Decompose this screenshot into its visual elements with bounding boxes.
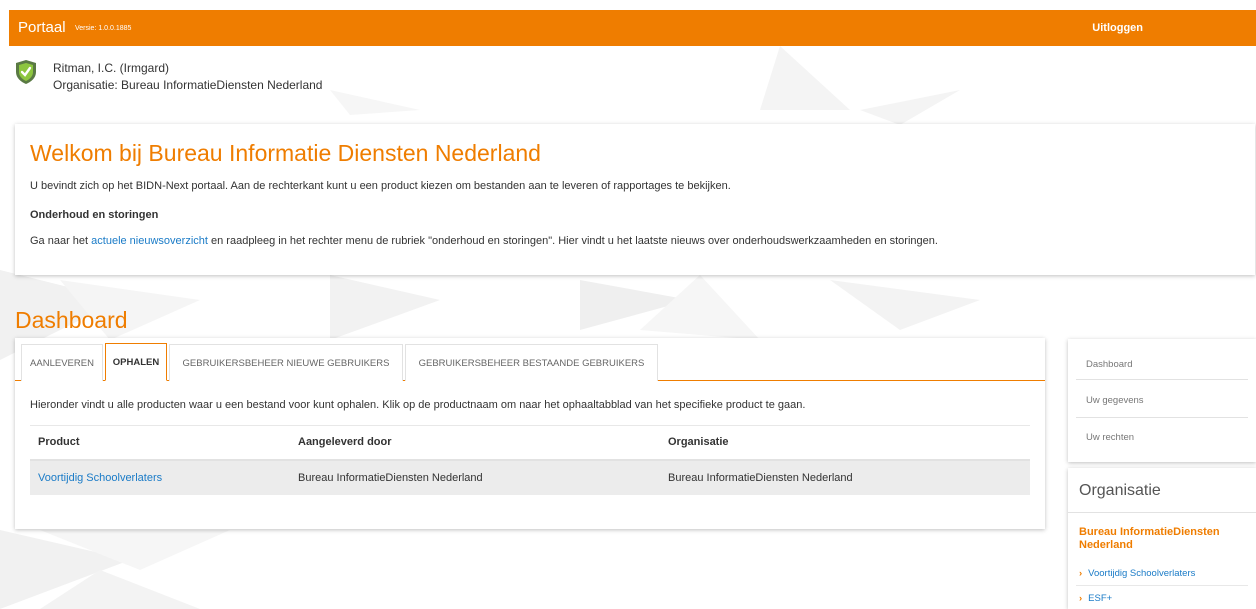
user-name: Ritman, I.C. (Irmgard) (53, 61, 170, 75)
chevron-right-icon: › (1079, 568, 1083, 579)
logout-link[interactable]: Uitloggen (1092, 22, 1143, 34)
products-table: Product Aangeleverd door Organisatie Voo… (30, 425, 1030, 495)
tab-aanleveren[interactable]: AANLEVEREN (21, 344, 103, 381)
welcome-card: Welkom bij Bureau Informatie Diensten Ne… (15, 124, 1255, 275)
sidebar-item-uw-rechten[interactable]: Uw rechten (1086, 432, 1134, 443)
product-link[interactable]: Voortijdig Schoolverlaters (30, 459, 290, 495)
tab-gebruikersbeheer-bestaande[interactable]: GEBRUIKERSBEHEER BESTAANDE GEBRUIKERS (405, 344, 658, 381)
org-product-label[interactable]: ESF+ (1088, 593, 1112, 604)
news-text-before: Ga naar het (30, 235, 92, 247)
menu-divider (1076, 417, 1248, 418)
news-paragraph: Ga naar het actuele nieuwsoverzicht en r… (30, 235, 938, 247)
product-link-text[interactable]: Voortijdig Schoolverlaters (38, 472, 162, 484)
organisation-divider (1068, 512, 1256, 513)
side-menu: Dashboard Uw gegevens Uw rechten (1068, 339, 1256, 462)
column-header-product: Product (30, 425, 290, 461)
org-product-label[interactable]: Voortijdig Schoolverlaters (1088, 568, 1195, 579)
tab-description: Hieronder vindt u alle producten waar u … (30, 399, 806, 411)
organisation-name: Bureau InformatieDiensten Nederland (1079, 526, 1220, 551)
dashboard-panel: AANLEVEREN OPHALEN GEBRUIKERSBEHEER NIEU… (15, 338, 1045, 529)
version-label: Versie: 1.0.0.1885 (75, 25, 132, 32)
product-divider (1076, 585, 1248, 586)
news-overview-link[interactable]: actuele nieuwsoverzicht (91, 235, 208, 247)
welcome-intro: U bevindt zich op het BIDN-Next portaal.… (30, 180, 731, 192)
org-product-voortijdig[interactable]: › Voortijdig Schoolverlaters (1079, 568, 1195, 579)
menu-divider (1076, 379, 1248, 380)
sidebar-item-dashboard[interactable]: Dashboard (1086, 359, 1132, 370)
user-organisation: Organisatie: Bureau InformatieDiensten N… (53, 78, 323, 92)
organisation-cell: Bureau InformatieDiensten Nederland (660, 459, 1030, 495)
welcome-title: Welkom bij Bureau Informatie Diensten Ne… (30, 140, 541, 166)
top-bar: Portaal Versie: 1.0.0.1885 Uitloggen (9, 10, 1256, 46)
news-text-after: en raadpleeg in het rechter menu de rubr… (207, 235, 938, 247)
tab-ophalen[interactable]: OPHALEN (105, 343, 167, 381)
organisation-title: Organisatie (1079, 482, 1161, 499)
tab-bar: AANLEVEREN OPHALEN GEBRUIKERSBEHEER NIEU… (15, 338, 1045, 381)
tab-gebruikersbeheer-nieuwe[interactable]: GEBRUIKERSBEHEER NIEUWE GEBRUIKERS (169, 344, 403, 381)
organisation-box: Organisatie Bureau InformatieDiensten Ne… (1068, 468, 1256, 609)
org-product-esf[interactable]: › ESF+ (1079, 593, 1112, 604)
portal-brand[interactable]: Portaal (18, 19, 66, 36)
maintenance-heading: Onderhoud en storingen (30, 209, 159, 221)
table-header-row: Product Aangeleverd door Organisatie (30, 425, 1030, 461)
column-header-aangeleverd: Aangeleverd door (290, 425, 660, 461)
dashboard-title: Dashboard (15, 307, 128, 333)
sidebar-item-uw-gegevens[interactable]: Uw gegevens (1086, 395, 1144, 406)
chevron-right-icon: › (1079, 593, 1083, 604)
table-row: Voortijdig Schoolverlaters Bureau Inform… (30, 459, 1030, 495)
column-header-organisatie: Organisatie (660, 425, 1030, 461)
delivered-by-cell: Bureau InformatieDiensten Nederland (290, 459, 660, 495)
shield-check-icon (16, 60, 36, 84)
